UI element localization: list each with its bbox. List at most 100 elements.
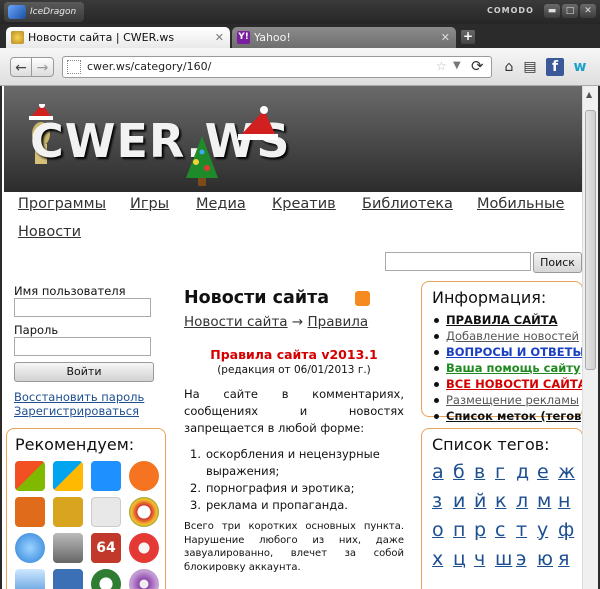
login-button[interactable]: Войти <box>14 362 154 382</box>
network-icon[interactable] <box>53 569 83 589</box>
tag-letter[interactable]: ч <box>474 548 485 570</box>
tag-letter[interactable]: ю <box>537 548 553 570</box>
tag-letter[interactable]: у <box>537 519 548 541</box>
tag-letter[interactable]: т <box>516 519 527 541</box>
address-bar[interactable]: cwer.ws/category/160/ ☆ ▼ ⟳ <box>62 56 492 78</box>
breadcrumb-current[interactable]: Правила <box>308 314 369 330</box>
tag-letter[interactable]: г <box>495 461 505 483</box>
site-header: CWER.WS <box>4 86 584 192</box>
tag-letter[interactable]: м <box>537 490 551 512</box>
navigation-toolbar: ← → cwer.ws/category/160/ ☆ ▼ ⟳ ⌂ ▤ f w <box>0 48 600 86</box>
tag-letter[interactable]: ж <box>558 461 575 483</box>
tag-letter[interactable]: э <box>516 548 526 570</box>
tab-close-icon[interactable]: ✕ <box>215 27 224 48</box>
nav-media[interactable]: Медиа <box>196 196 246 212</box>
url-text[interactable]: cwer.ws/category/160/ <box>87 60 211 73</box>
info-link[interactable]: Список меток (тегов) <box>432 408 587 424</box>
ubuntu-icon[interactable] <box>129 461 159 491</box>
nav-games[interactable]: Игры <box>130 196 169 212</box>
tag-letter[interactable]: ш <box>495 548 512 570</box>
info-link[interactable]: Ваша помощь сайту <box>432 360 587 376</box>
info-link[interactable]: Добавление новостей <box>432 328 587 344</box>
tag-letter[interactable]: д <box>516 461 529 483</box>
restore-password-link[interactable]: Восстановить пароль <box>14 390 144 404</box>
info-link[interactable]: ПРАВИЛА САЙТА <box>432 312 587 328</box>
social-share-icon[interactable]: w <box>571 58 589 76</box>
windows-8-icon[interactable] <box>91 461 121 491</box>
info-link[interactable]: ВСЕ НОВОСТИ САЙТА <box>432 376 587 392</box>
reload-icon[interactable]: ⟳ <box>471 57 484 75</box>
register-link[interactable]: Зарегистрироваться <box>14 404 139 418</box>
list-item-text: порнография и эротика; <box>206 481 355 495</box>
browser-brand[interactable]: IceDragon <box>4 2 84 22</box>
info-link[interactable]: ВОПРОСЫ И ОТВЕТЫ <box>432 344 587 360</box>
tag-letter[interactable]: е <box>537 461 549 483</box>
tag-letter[interactable]: с <box>495 519 505 541</box>
nav-news[interactable]: Новости <box>18 224 81 240</box>
back-button[interactable]: ← <box>10 57 32 77</box>
picasa-icon[interactable] <box>129 497 159 527</box>
installer-icon[interactable] <box>15 569 45 589</box>
tag-letter[interactable]: о <box>432 519 444 541</box>
tab-yahoo[interactable]: Y! Yahoo! ✕ <box>232 27 456 48</box>
breadcrumb-home[interactable]: Новости сайта <box>184 314 288 330</box>
new-tab-button[interactable]: + <box>461 30 475 44</box>
tag-letter[interactable]: ц <box>453 548 466 570</box>
tag-letter[interactable]: б <box>453 461 465 483</box>
tag-letter[interactable]: ф <box>558 519 574 541</box>
rss-icon[interactable] <box>355 291 370 306</box>
password-field[interactable] <box>14 337 151 356</box>
rules-intro: На сайте в комментариях, сообщениях и но… <box>184 387 404 435</box>
site-search-input[interactable] <box>385 252 531 271</box>
tab-cwer[interactable]: Новости сайта | CWER.ws ✕ <box>6 27 230 48</box>
bookmark-star-icon[interactable]: ☆ <box>436 59 447 73</box>
tag-letter[interactable]: р <box>474 519 486 541</box>
maximize-button[interactable]: □ <box>562 4 578 18</box>
bookmarks-menu-icon[interactable]: ▤ <box>521 58 539 76</box>
scrollbar-thumb[interactable] <box>585 110 596 370</box>
ccleaner-icon[interactable] <box>129 533 159 563</box>
office-2010-icon[interactable] <box>53 497 83 527</box>
site-search-button[interactable]: Поиск <box>533 252 582 273</box>
close-window-button[interactable]: ✕ <box>580 4 596 18</box>
history-dropdown-icon[interactable]: ▼ <box>453 60 461 71</box>
christmas-tree-icon <box>186 136 218 186</box>
tag-letter[interactable]: я <box>558 548 569 570</box>
facebook-share-icon[interactable]: f <box>546 58 564 76</box>
disc-icon[interactable] <box>129 569 159 589</box>
windows-logo-icon[interactable] <box>15 461 45 491</box>
tab-close-icon[interactable]: ✕ <box>441 27 450 48</box>
office-icon[interactable] <box>15 497 45 527</box>
minimize-button[interactable]: ▬ <box>544 4 560 18</box>
windows-xp-icon[interactable] <box>53 461 83 491</box>
tag-letter[interactable]: п <box>453 519 465 541</box>
tag-letter[interactable]: а <box>432 461 444 483</box>
tag-letter[interactable]: х <box>432 548 443 570</box>
tag-letter[interactable]: н <box>558 490 570 512</box>
site-identity-icon[interactable] <box>67 60 81 74</box>
santa-hat-icon <box>238 106 278 140</box>
tag-letter[interactable]: з <box>432 490 442 512</box>
nav-creative[interactable]: Креатив <box>272 196 336 212</box>
nav-library[interactable]: Библиотека <box>362 196 453 212</box>
nav-programs[interactable]: Программы <box>18 196 106 212</box>
tag-letter[interactable]: й <box>474 490 486 512</box>
tag-letter[interactable]: л <box>516 490 528 512</box>
download-icon[interactable] <box>91 569 121 589</box>
username-field[interactable] <box>14 298 151 317</box>
recycle-bin-icon[interactable] <box>53 533 83 563</box>
tag-letter[interactable]: в <box>474 461 485 483</box>
forward-button[interactable]: → <box>32 57 54 77</box>
aida64-icon[interactable]: 64 <box>91 533 121 563</box>
vertical-scrollbar[interactable]: ▲ <box>582 86 598 589</box>
home-icon[interactable]: ⌂ <box>500 58 518 76</box>
info-link[interactable]: Размещение рекламы <box>432 392 587 408</box>
nav-mobile[interactable]: Мобильные <box>477 196 564 212</box>
rules-subtitle: (редакция от 06/01/2013 г.) <box>217 364 371 376</box>
tag-letter[interactable]: к <box>495 490 506 512</box>
tag-letter[interactable]: и <box>453 490 465 512</box>
scroll-up-icon[interactable]: ▲ <box>586 90 592 99</box>
libreoffice-icon[interactable] <box>91 497 121 527</box>
browser-globe-icon[interactable] <box>15 533 45 563</box>
vendor-label: COMODO <box>487 6 534 15</box>
